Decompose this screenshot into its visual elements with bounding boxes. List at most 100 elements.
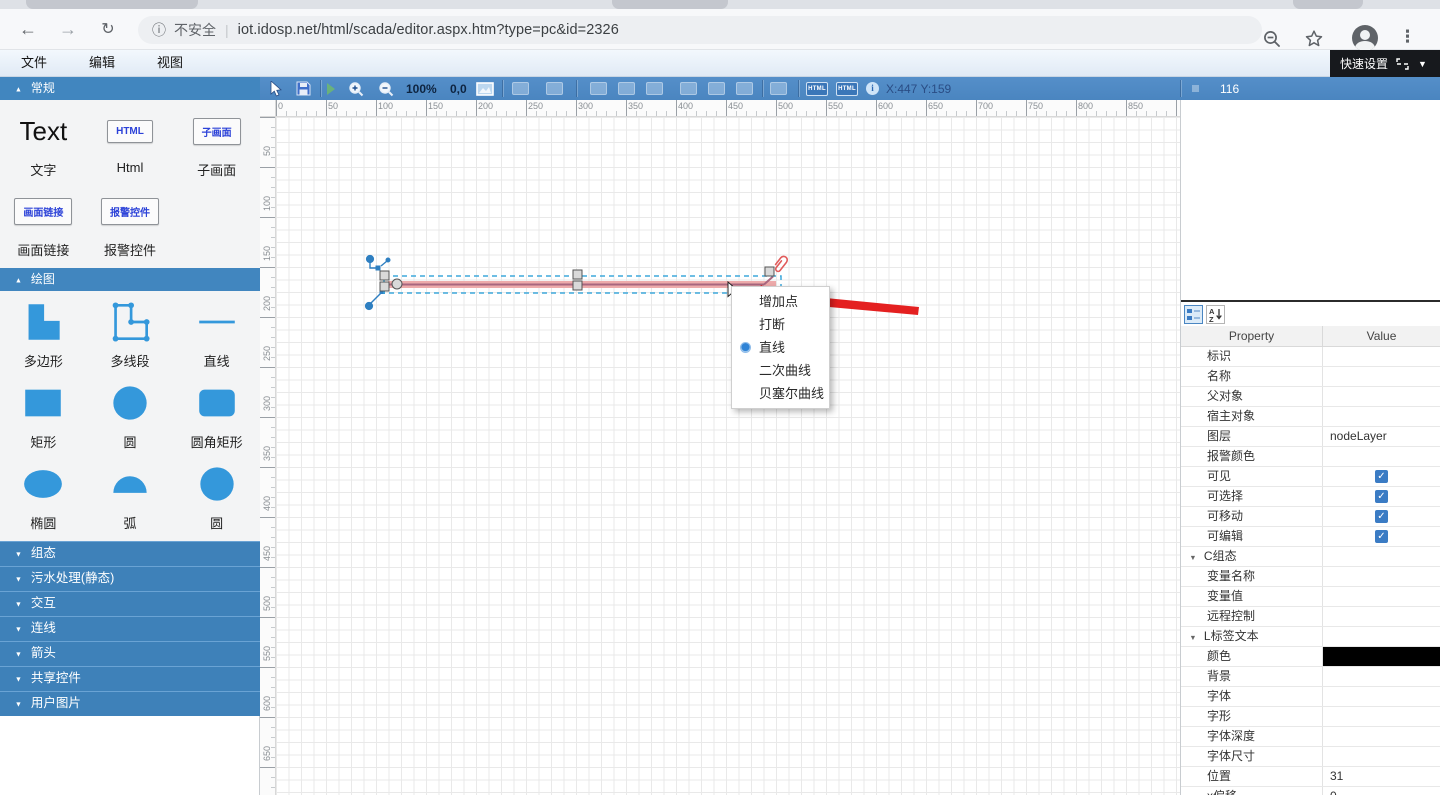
property-value[interactable] (1323, 747, 1440, 766)
triangle-down-icon: ▼ (15, 620, 22, 640)
zoom-indicator-icon[interactable] (1262, 29, 1282, 49)
quick-settings-button[interactable]: 快速设置 ▼ (1330, 50, 1440, 77)
shape-item-circle[interactable]: 圆 (173, 461, 260, 542)
property-value[interactable] (1323, 647, 1440, 666)
property-value[interactable] (1323, 347, 1440, 366)
checkbox-checked-icon[interactable]: ✓ (1375, 530, 1388, 543)
shape-item-rounded-rect[interactable]: 圆角矩形 (173, 380, 260, 461)
refresh-icon[interactable]: ↻ (95, 17, 121, 43)
preview-html-icon[interactable]: HTML (836, 77, 858, 100)
export-html-icon[interactable]: HTML (806, 77, 828, 100)
design-canvas[interactable] (276, 117, 1180, 795)
zoom-in-icon[interactable] (348, 77, 364, 100)
property-value[interactable]: ✓ (1323, 487, 1440, 506)
property-value[interactable] (1323, 387, 1440, 406)
shape-item-arc[interactable]: 弧 (87, 461, 174, 542)
property-value[interactable]: ✓ (1323, 507, 1440, 526)
sidebar-section-collapsed-1[interactable]: ▼污水处理(静态) (0, 566, 260, 591)
context-menu-item-2[interactable]: 直线 (732, 336, 829, 359)
page-info-icon[interactable]: ⓘ (152, 20, 166, 40)
general-item-2[interactable]: 子画面子画面 (173, 108, 260, 188)
property-value[interactable] (1323, 707, 1440, 726)
menu-item-2[interactable]: 视图 (136, 50, 204, 77)
property-value[interactable]: 31 (1323, 767, 1440, 786)
sidebar-section-collapsed-3[interactable]: ▼连线 (0, 616, 260, 641)
general-item-4[interactable]: 报警控件报警控件 (87, 188, 174, 268)
categorized-view-icon[interactable] (1184, 305, 1203, 324)
color-swatch[interactable] (1323, 647, 1440, 666)
property-value[interactable]: 0 (1323, 787, 1440, 795)
browser-tab[interactable] (612, 0, 728, 9)
ungroup-icon[interactable] (546, 77, 563, 100)
url-text[interactable]: iot.idosp.net/html/scada/editor.aspx.htm… (238, 22, 619, 38)
property-value[interactable] (1323, 587, 1440, 606)
sidebar-section-general-header[interactable]: ▲常规 (0, 77, 260, 100)
profile-avatar[interactable] (1352, 25, 1378, 51)
save-icon[interactable] (296, 77, 311, 100)
sidebar-section-collapsed-5[interactable]: ▼共享控件 (0, 666, 260, 691)
info-icon[interactable]: i (866, 77, 879, 100)
context-menu-item-0[interactable]: 增加点 (732, 290, 829, 313)
align-top-icon[interactable] (680, 77, 697, 100)
distribute-h-icon[interactable] (770, 77, 787, 100)
align-middle-icon[interactable] (708, 77, 725, 100)
address-bar[interactable]: ⓘ 不安全 | iot.idosp.net/html/scada/editor.… (138, 16, 1262, 44)
property-value[interactable] (1323, 447, 1440, 466)
background-image-icon[interactable] (476, 77, 494, 100)
align-right-icon[interactable] (646, 77, 663, 100)
chevron-down-icon[interactable]: ▼ (1418, 59, 1427, 69)
property-section-name[interactable]: ▼C组态 (1181, 547, 1323, 566)
browser-tab[interactable] (1293, 0, 1363, 9)
context-menu-item-3[interactable]: 二次曲线 (732, 359, 829, 382)
shape-item-rect[interactable]: 矩形 (0, 380, 87, 461)
property-value[interactable]: ✓ (1323, 467, 1440, 486)
property-value[interactable]: ✓ (1323, 527, 1440, 546)
property-value[interactable]: nodeLayer (1323, 427, 1440, 446)
back-icon[interactable]: ← (15, 17, 41, 43)
general-item-1[interactable]: HTMLHtml (87, 108, 174, 188)
checkbox-checked-icon[interactable]: ✓ (1375, 470, 1388, 483)
url-separator: | (225, 22, 229, 38)
browser-menu-icon[interactable]: ⋮ (1399, 27, 1416, 47)
sidebar-section-drawing-header[interactable]: ▲绘图 (0, 268, 260, 291)
property-value[interactable] (1323, 407, 1440, 426)
context-menu-item-1[interactable]: 打断 (732, 313, 829, 336)
align-center-icon[interactable] (618, 77, 635, 100)
sidebar-section-collapsed-2[interactable]: ▼交互 (0, 591, 260, 616)
sidebar-section-collapsed-4[interactable]: ▼箭头 (0, 641, 260, 666)
shape-item-circle[interactable]: 圆 (87, 380, 174, 461)
property-name: 可见 (1181, 467, 1323, 486)
sidebar-section-collapsed-6[interactable]: ▼用户图片 (0, 691, 260, 716)
checkbox-checked-icon[interactable]: ✓ (1375, 490, 1388, 503)
shape-item-polygon[interactable]: 多边形 (0, 299, 87, 380)
property-name: 颜色 (1181, 647, 1323, 666)
property-value[interactable] (1323, 727, 1440, 746)
property-value[interactable] (1323, 687, 1440, 706)
general-item-3[interactable]: 画面链接画面链接 (0, 188, 87, 268)
property-value[interactable] (1323, 667, 1440, 686)
property-section-name[interactable]: ▼L标签文本 (1181, 627, 1323, 646)
align-bottom-icon[interactable] (736, 77, 753, 100)
menu-item-1[interactable]: 编辑 (68, 50, 136, 77)
context-menu-item-4[interactable]: 贝塞尔曲线 (732, 382, 829, 405)
group-icon[interactable] (512, 77, 529, 100)
ruler-horizontal: 0501001502002503003504004505005506006507… (276, 100, 1180, 117)
zoom-out-icon[interactable] (378, 77, 394, 100)
property-value[interactable] (1323, 367, 1440, 386)
pointer-tool-icon[interactable] (270, 77, 283, 100)
bookmark-star-icon[interactable] (1304, 29, 1324, 49)
forward-icon[interactable]: → (55, 17, 81, 43)
run-icon[interactable] (326, 77, 336, 100)
property-value[interactable] (1323, 567, 1440, 586)
sort-az-icon[interactable]: A Z (1206, 305, 1225, 324)
shape-item-line[interactable]: 直线 (173, 299, 260, 380)
browser-tab[interactable] (26, 0, 198, 9)
shape-item-polyline[interactable]: 多线段 (87, 299, 174, 380)
general-item-0[interactable]: Text文字 (0, 108, 87, 188)
property-value[interactable] (1323, 607, 1440, 626)
align-left-icon[interactable] (590, 77, 607, 100)
menu-item-0[interactable]: 文件 (0, 50, 68, 77)
checkbox-checked-icon[interactable]: ✓ (1375, 510, 1388, 523)
shape-item-ellipse[interactable]: 椭圆 (0, 461, 87, 542)
sidebar-section-collapsed-0[interactable]: ▼组态 (0, 541, 260, 566)
